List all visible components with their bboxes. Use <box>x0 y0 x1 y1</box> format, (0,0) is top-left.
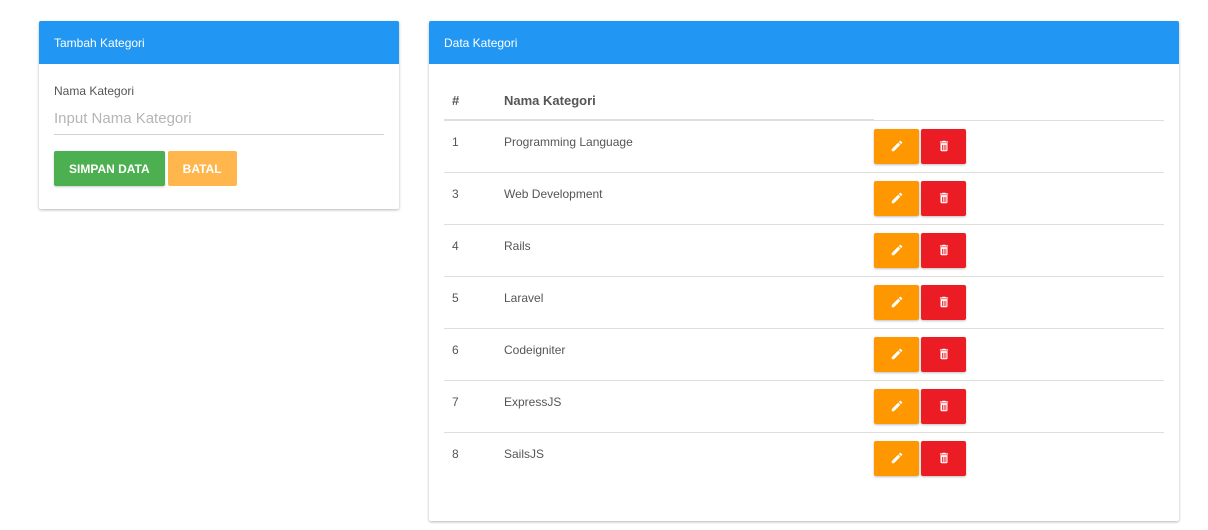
save-button[interactable]: SIMPAN DATA <box>54 151 165 186</box>
row-actions <box>874 327 1164 380</box>
row-category-name: Web Development <box>504 171 874 224</box>
column-header-name: Nama Kategori <box>504 82 874 121</box>
trash-icon <box>937 451 951 465</box>
row-category-name: Programming Language <box>504 135 633 149</box>
pencil-icon <box>890 399 904 413</box>
row-actions <box>874 431 1164 484</box>
add-category-card: Tambah Kategori Nama Kategori SIMPAN DAT… <box>39 21 399 209</box>
trash-icon <box>937 243 951 257</box>
table-header-row: # Nama Kategori <box>444 82 1164 121</box>
pencil-icon <box>890 295 904 309</box>
row-category-name: Laravel <box>504 275 874 328</box>
delete-button[interactable] <box>921 284 966 320</box>
edit-button[interactable] <box>874 284 919 320</box>
row-actions <box>874 120 1164 172</box>
delete-button[interactable] <box>921 180 966 216</box>
pencil-icon <box>890 347 904 361</box>
table-row: 5 Laravel <box>444 275 1164 328</box>
delete-button[interactable] <box>921 440 966 476</box>
column-header-number: # <box>444 82 504 121</box>
row-actions <box>874 275 1164 328</box>
table-row: 4 Rails <box>444 223 1164 276</box>
category-data-card: Data Kategori # Nama Kategori 1 Programmi… <box>429 21 1179 521</box>
category-table-wrap: # Nama Kategori 1 Programming Language 3 We… <box>429 64 1179 484</box>
table-row: 1 Programming Language <box>444 120 1164 172</box>
trash-icon <box>937 139 951 153</box>
column-header-actions <box>874 82 1164 121</box>
cancel-button[interactable]: BATAL <box>167 151 237 186</box>
category-name-input[interactable] <box>54 110 384 135</box>
row-category-name: Rails <box>504 223 874 276</box>
table-row: 7 ExpressJS <box>444 379 1164 432</box>
add-category-title: Tambah Kategori <box>54 35 145 50</box>
category-table: # Nama Kategori 1 Programming Language 3 We… <box>444 82 1164 484</box>
row-number: 4 <box>444 223 504 276</box>
table-row: 3 Web Development <box>444 171 1164 224</box>
category-name-label: Nama Kategori <box>54 84 135 98</box>
category-data-header: Data Kategori <box>429 21 1179 64</box>
add-category-header: Tambah Kategori <box>39 21 399 64</box>
pencil-icon <box>890 191 904 205</box>
edit-button[interactable] <box>874 336 919 372</box>
row-actions <box>874 171 1164 224</box>
form-button-row: SIMPAN DATA BATAL <box>54 151 384 186</box>
pencil-icon <box>890 139 904 153</box>
row-actions <box>874 379 1164 432</box>
edit-button[interactable] <box>874 440 919 476</box>
row-number: 1 <box>452 135 459 149</box>
delete-button[interactable] <box>921 336 966 372</box>
row-number: 8 <box>444 431 504 484</box>
trash-icon <box>937 191 951 205</box>
row-category-name: SailsJS <box>504 431 874 484</box>
row-category-name: ExpressJS <box>504 379 874 432</box>
delete-button[interactable] <box>921 232 966 268</box>
pencil-icon <box>890 451 904 465</box>
row-number: 3 <box>444 171 504 224</box>
row-actions <box>874 223 1164 276</box>
edit-button[interactable] <box>874 128 919 164</box>
trash-icon <box>937 347 951 361</box>
trash-icon <box>937 295 951 309</box>
add-category-form: Nama Kategori SIMPAN DATA BATAL <box>39 64 399 186</box>
pencil-icon <box>890 243 904 257</box>
table-body: 1 Programming Language 3 Web Development 4 Ra… <box>444 120 1164 484</box>
edit-button[interactable] <box>874 232 919 268</box>
row-number: 5 <box>444 275 504 328</box>
row-number: 7 <box>444 379 504 432</box>
category-data-title: Data Kategori <box>444 35 518 50</box>
edit-button[interactable] <box>874 388 919 424</box>
trash-icon <box>937 399 951 413</box>
table-row: 8 SailsJS <box>444 431 1164 484</box>
edit-button[interactable] <box>874 180 919 216</box>
row-category-name: Codeigniter <box>504 327 874 380</box>
delete-button[interactable] <box>921 128 966 164</box>
delete-button[interactable] <box>921 388 966 424</box>
table-row: 6 Codeigniter <box>444 327 1164 380</box>
row-number: 6 <box>444 327 504 380</box>
